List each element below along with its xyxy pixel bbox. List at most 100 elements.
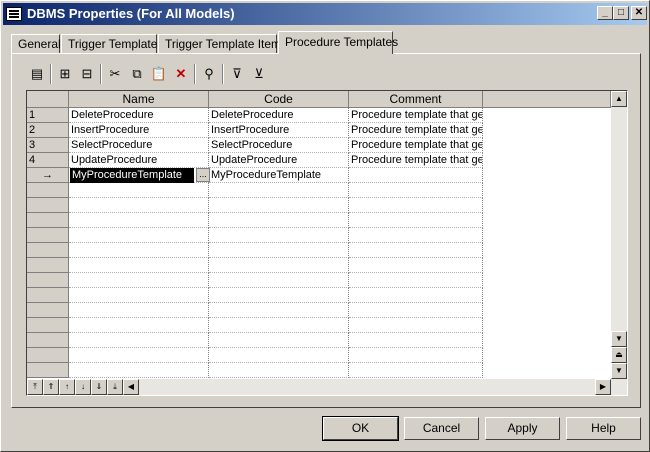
empty-cell[interactable] [209,288,349,303]
cell-comment[interactable]: Procedure template that ge [349,153,483,168]
row-number[interactable] [27,243,69,258]
row-number[interactable] [27,273,69,288]
empty-cell[interactable] [209,213,349,228]
row-number[interactable] [27,303,69,318]
empty-cell[interactable] [349,333,483,348]
add-row-icon[interactable]: ⊟ [76,64,98,84]
row-number[interactable] [27,213,69,228]
cell-comment[interactable]: Procedure template that ge [349,123,483,138]
filter-icon[interactable]: ⊽ [226,64,248,84]
empty-cell[interactable] [349,228,483,243]
empty-cell[interactable] [209,333,349,348]
row-number[interactable]: 3 [27,138,69,153]
empty-cell[interactable] [69,303,209,318]
last-row-icon[interactable]: ⤓ [107,379,123,395]
empty-cell[interactable] [69,258,209,273]
row-number[interactable] [27,288,69,303]
empty-cell[interactable] [349,288,483,303]
row-number[interactable]: 4 [27,153,69,168]
empty-cell[interactable] [349,198,483,213]
empty-cell[interactable] [69,228,209,243]
cell-comment[interactable]: Procedure template that ge [349,138,483,153]
empty-cell[interactable] [209,303,349,318]
empty-cell[interactable] [209,363,349,378]
scroll-up-button[interactable]: ▲ [611,91,627,107]
cancel-button[interactable]: Cancel [404,417,479,440]
maximize-button[interactable]: □ [613,6,629,20]
empty-cell[interactable] [209,243,349,258]
row-number[interactable] [27,198,69,213]
name-edit-field[interactable]: MyProcedureTemplate [70,168,194,183]
empty-cell[interactable] [349,363,483,378]
prev-row-icon[interactable]: ↑ [59,379,75,395]
apply-button[interactable]: Apply [485,417,560,440]
current-row-arrow-icon[interactable]: → [27,168,69,183]
delete-icon[interactable]: ✕ [170,64,192,84]
insert-row-icon[interactable]: ⊞ [54,64,76,84]
scroll-right-button[interactable]: ▶ [595,379,611,395]
empty-cell[interactable] [209,273,349,288]
minimize-button[interactable]: _ [597,6,613,20]
empty-cell[interactable] [209,198,349,213]
empty-cell[interactable] [69,198,209,213]
scroll-end-button[interactable]: ▼ [611,363,627,379]
empty-cell[interactable] [69,363,209,378]
row-number[interactable] [27,318,69,333]
cell-code[interactable]: MyProcedureTemplate [209,168,349,183]
first-row-icon[interactable]: ⤒ [27,379,43,395]
prev-page-icon[interactable]: ⇑ [43,379,59,395]
empty-cell[interactable] [349,273,483,288]
procedure-templates-grid[interactable]: Name Code Comment 1 DeleteProcedure Dele… [26,90,628,396]
empty-cell[interactable] [69,318,209,333]
scroll-down-button[interactable]: ▼ [611,331,627,347]
empty-cell[interactable] [209,318,349,333]
cell-name[interactable]: DeleteProcedure [69,108,209,123]
empty-cell[interactable] [69,273,209,288]
empty-cell[interactable] [69,183,209,198]
empty-cell[interactable] [69,288,209,303]
edit-ellipsis-button[interactable]: ... [196,168,210,182]
row-number[interactable] [27,348,69,363]
empty-cell[interactable] [349,213,483,228]
cell-name[interactable]: InsertProcedure [69,123,209,138]
empty-cell[interactable] [69,213,209,228]
empty-cell[interactable] [69,243,209,258]
row-number[interactable] [27,228,69,243]
cell-code[interactable]: InsertProcedure [209,123,349,138]
row-number[interactable]: 1 [27,108,69,123]
ok-button[interactable]: OK [322,416,399,441]
next-row-icon[interactable]: ↓ [75,379,91,395]
cell-name[interactable]: SelectProcedure [69,138,209,153]
empty-cell[interactable] [349,243,483,258]
empty-cell[interactable] [209,228,349,243]
empty-cell[interactable] [69,333,209,348]
scroll-last-page-button[interactable]: ⏏ [611,347,627,363]
empty-cell[interactable] [349,348,483,363]
empty-cell[interactable] [69,348,209,363]
row-number[interactable] [27,363,69,378]
empty-cell[interactable] [349,183,483,198]
empty-cell[interactable] [209,258,349,273]
cell-code[interactable]: DeleteProcedure [209,108,349,123]
column-header-comment[interactable]: Comment [349,91,483,108]
empty-cell[interactable] [349,318,483,333]
next-page-icon[interactable]: ⇓ [91,379,107,395]
cell-name[interactable]: UpdateProcedure [69,153,209,168]
row-number[interactable] [27,258,69,273]
title-bar[interactable]: DBMS Properties (For All Models) _ □ ✕ [3,3,647,25]
vertical-scrollbar[interactable]: ▲ ▼ ⏏ ▼ [611,91,627,379]
empty-cell[interactable] [209,183,349,198]
clear-filter-icon[interactable]: ⊻ [248,64,270,84]
copy-icon[interactable]: ⧉ [126,64,148,84]
close-button[interactable]: ✕ [631,6,647,20]
tab-procedure-templates[interactable]: Procedure Templates [278,31,398,54]
scroll-left-button[interactable]: ◀ [123,379,139,395]
paste-icon[interactable]: 📋 [148,64,170,84]
column-header-code[interactable]: Code [209,91,349,108]
horizontal-scrollbar[interactable]: ⤒ ⇑ ↑ ↓ ⇓ ⤓ ◀ ▶ [27,379,627,395]
row-number[interactable] [27,333,69,348]
row-number[interactable] [27,183,69,198]
empty-cell[interactable] [349,258,483,273]
help-button[interactable]: Help [566,417,641,440]
tab-general[interactable]: General [11,34,61,53]
